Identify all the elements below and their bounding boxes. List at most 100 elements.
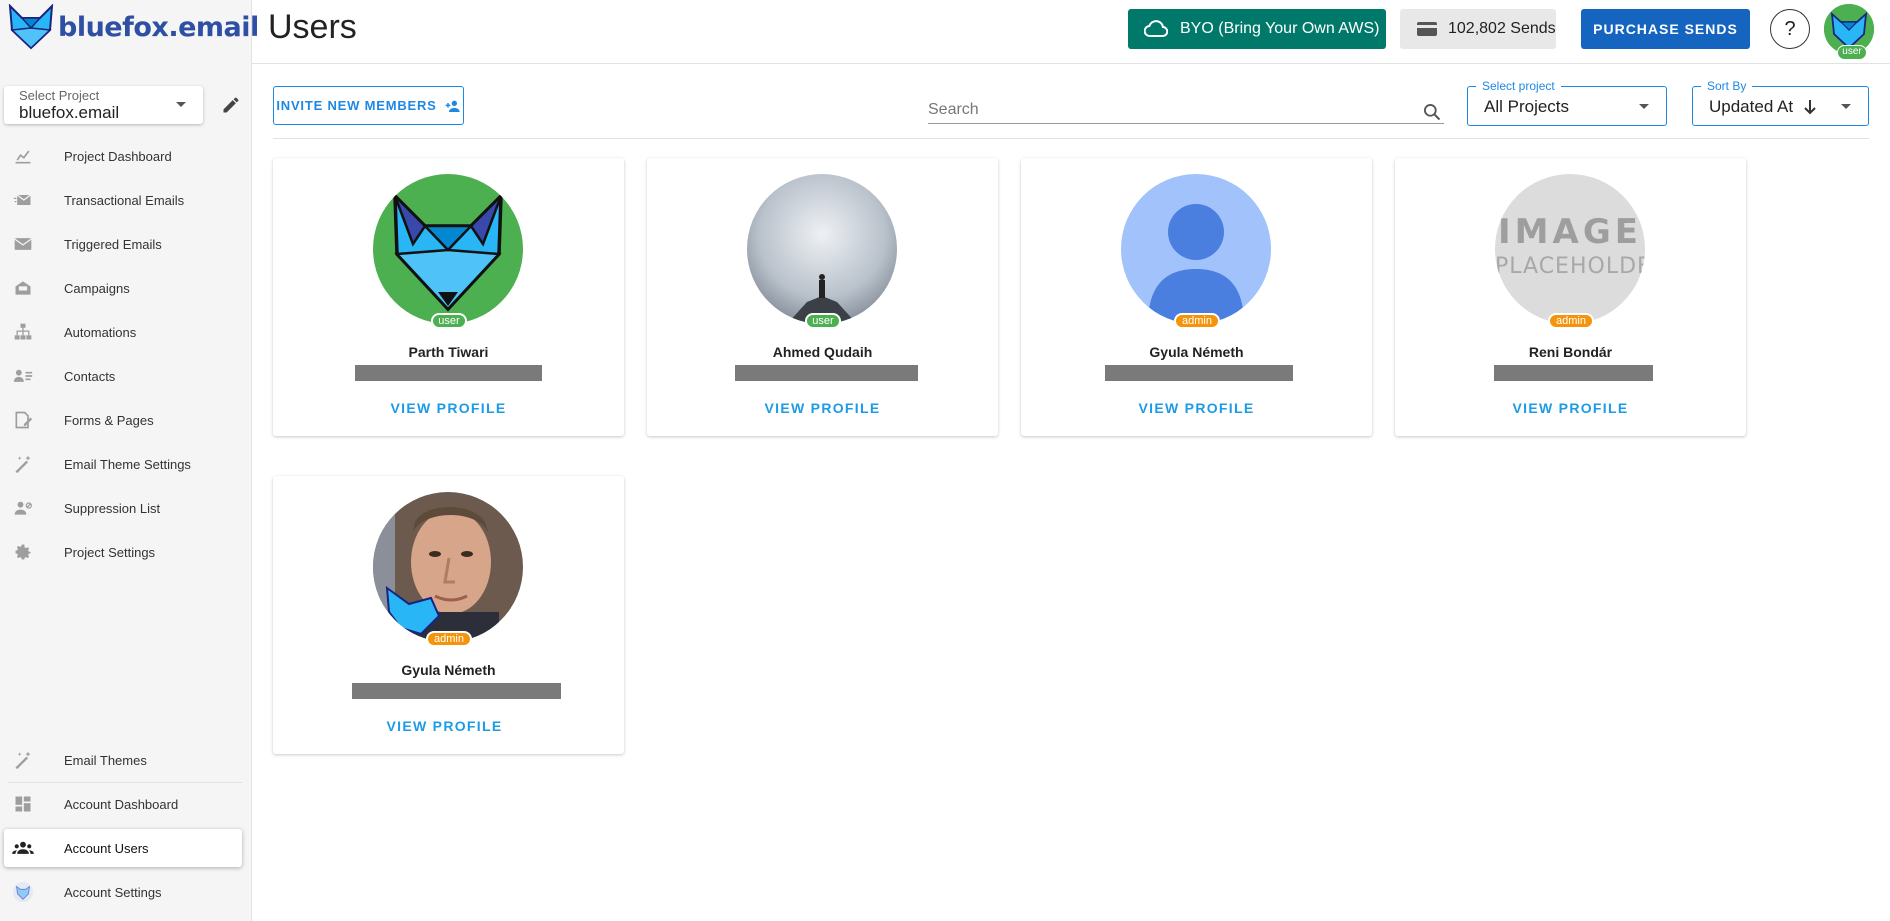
default-person-icon (1121, 174, 1271, 324)
sidebar-item-label: Account Dashboard (64, 796, 179, 812)
fox-logo-icon (8, 4, 54, 50)
sidebar-item-label: Account Settings (64, 884, 162, 900)
sitemap-icon (12, 321, 34, 343)
user-name: Gyula Németh (1149, 344, 1244, 360)
view-profile-button[interactable]: VIEW PROFILE (1021, 400, 1372, 416)
user-avatar (1121, 174, 1271, 324)
role-badge: user (431, 313, 467, 329)
sidebar-item-label: Email Themes (64, 752, 147, 768)
sidebar-item-account-users[interactable]: Account Users (4, 829, 242, 867)
sidebar-item-label: Email Theme Settings (64, 456, 191, 472)
sort-value: Updated At (1709, 97, 1794, 116)
invite-members-button[interactable]: INVITE NEW MEMBERS (273, 86, 464, 125)
user-name: Gyula Németh (401, 662, 496, 678)
add-user-icon (445, 99, 461, 113)
byo-aws-button[interactable]: BYO (Bring Your Own AWS) (1128, 9, 1386, 49)
placeholder-text: IMAGE (1498, 212, 1642, 252)
edit-project-button[interactable] (218, 92, 244, 118)
toolbar-divider (273, 138, 1869, 139)
account-role-badge: user (1837, 45, 1867, 60)
search-field[interactable] (928, 98, 1444, 124)
byo-aws-label: BYO (Bring Your Own AWS) (1180, 20, 1380, 37)
group-icon (12, 837, 34, 859)
user-avatar: IMAGE PLACEHOLDER (1495, 174, 1645, 324)
role-badge: admin (1174, 313, 1220, 329)
block-users-icon (12, 497, 34, 519)
campaign-icon (12, 277, 34, 299)
sidebar-divider (8, 782, 242, 783)
sidebar-item-transactional-emails[interactable]: Transactional Emails (4, 181, 242, 219)
brand-logo[interactable]: bluefox.email (6, 4, 259, 50)
sends-balance-label: 102,802 Sends (1448, 20, 1556, 37)
view-profile-button[interactable]: VIEW PROFILE (273, 400, 624, 416)
user-card: IMAGE PLACEHOLDER admin Reni Bondár VIEW… (1395, 158, 1746, 436)
purchase-sends-button[interactable]: PURCHASE SENDS (1581, 9, 1750, 49)
sidebar-item-contacts[interactable]: Contacts (4, 357, 242, 395)
sidebar-item-label: Suppression List (64, 500, 161, 516)
user-card: user Ahmed Qudaih VIEW PROFILE (647, 158, 998, 436)
sidebar: bluefox.email Select Project bluefox.ema… (0, 0, 259, 921)
sidebar-item-project-dashboard[interactable]: Project Dashboard (4, 137, 242, 175)
sort-select[interactable]: Sort By Updated At (1692, 79, 1869, 126)
sidebar-item-project-settings[interactable]: Project Settings (4, 533, 242, 571)
help-button[interactable]: ? (1770, 9, 1810, 49)
user-card: admin Gyula Németh VIEW PROFILE (273, 476, 624, 754)
sidebar-item-label: Forms & Pages (64, 412, 154, 428)
role-badge: admin (426, 631, 472, 647)
sidebar-item-triggered-emails[interactable]: Triggered Emails (4, 225, 242, 263)
chevron-down-icon (1639, 104, 1649, 109)
send-email-icon (12, 189, 34, 211)
sidebar-item-account-dashboard[interactable]: Account Dashboard (4, 785, 242, 823)
sidebar-item-forms-pages[interactable]: Forms & Pages (4, 401, 242, 439)
brand-name: bluefox.email (58, 11, 259, 43)
form-icon (12, 409, 34, 431)
view-profile-button[interactable]: VIEW PROFILE (1395, 400, 1746, 416)
redacted-email (1105, 365, 1293, 381)
face-photo-icon (373, 492, 523, 642)
cloud-icon (1144, 20, 1168, 38)
sort-label: Sort By (1701, 79, 1753, 93)
search-icon[interactable] (1422, 102, 1442, 127)
magic-wand-icon (12, 749, 34, 771)
user-card: user Parth Tiwari VIEW PROFILE (273, 158, 624, 436)
fox-logo-icon (373, 174, 523, 324)
user-name: Ahmed Qudaih (772, 344, 873, 360)
sidebar-item-label: Automations (64, 324, 137, 340)
invite-members-label: INVITE NEW MEMBERS (276, 98, 437, 113)
sidebar-item-label: Account Users (64, 840, 149, 856)
pencil-icon (223, 97, 239, 113)
mail-icon (12, 233, 34, 255)
chart-icon (12, 145, 34, 167)
sidebar-item-email-themes[interactable]: Email Themes (4, 741, 242, 779)
search-input[interactable] (928, 98, 1408, 122)
user-avatar (373, 174, 523, 324)
sidebar-item-campaigns[interactable]: Campaigns (4, 269, 242, 307)
redacted-email (1494, 365, 1653, 381)
page-title: Users (268, 8, 357, 46)
dashboard-icon (12, 793, 34, 815)
user-avatar (747, 174, 897, 324)
sidebar-item-account-settings[interactable]: Account Settings (4, 873, 242, 911)
mountain-photo-icon (747, 174, 897, 324)
sidebar-item-label: Triggered Emails (64, 236, 162, 252)
magic-wand-icon (12, 453, 34, 475)
sends-balance-button[interactable]: 102,802 Sends (1400, 9, 1556, 49)
user-name: Parth Tiwari (408, 344, 489, 360)
user-name: Reni Bondár (1528, 344, 1613, 360)
project-filter-select[interactable]: Select project All Projects (1467, 79, 1667, 126)
sidebar-item-label: Project Settings (64, 544, 156, 560)
sidebar-item-email-theme-settings[interactable]: Email Theme Settings (4, 445, 242, 483)
sidebar-item-label: Project Dashboard (64, 148, 172, 164)
sort-direction-icon[interactable] (1802, 98, 1818, 116)
role-badge: user (805, 313, 841, 329)
chevron-down-icon (1841, 104, 1851, 109)
contacts-icon (12, 365, 34, 387)
sidebar-item-label: Contacts (64, 368, 116, 384)
sidebar-item-suppression-list[interactable]: Suppression List (4, 489, 242, 527)
sidebar-item-automations[interactable]: Automations (4, 313, 242, 351)
view-profile-button[interactable]: VIEW PROFILE (647, 400, 998, 416)
user-card: admin Gyula Németh VIEW PROFILE (1021, 158, 1372, 436)
view-profile-button[interactable]: VIEW PROFILE (273, 718, 616, 734)
project-select[interactable]: Select Project bluefox.email (4, 86, 203, 124)
credit-card-icon (1416, 21, 1438, 37)
